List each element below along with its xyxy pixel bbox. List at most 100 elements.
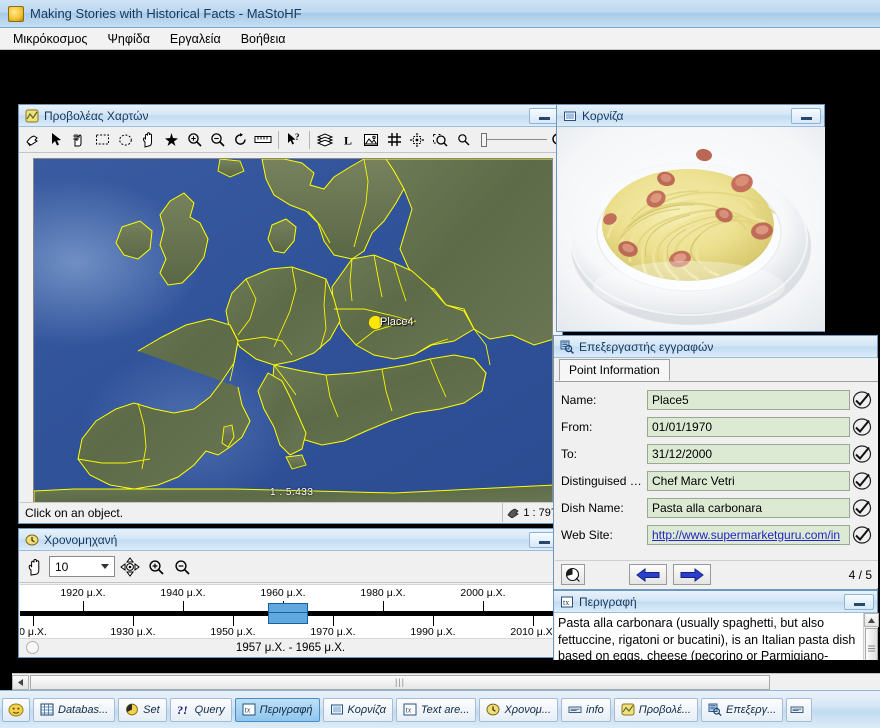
frame-image-area[interactable] xyxy=(558,127,825,331)
help-pointer-icon[interactable]: ? xyxy=(283,129,305,151)
field-input-from[interactable]: 01/01/1970 xyxy=(647,416,850,437)
start-icon[interactable] xyxy=(2,697,30,722)
task-item-overflow[interactable] xyxy=(786,697,813,722)
picture-frame-icon xyxy=(563,109,577,123)
map-canvas[interactable]: Place4 1 : 5.433 xyxy=(33,158,553,503)
menu-item-mikrokosmos[interactable]: Μικρόκοσμος xyxy=(10,30,90,48)
map-marker-label: Place4 xyxy=(380,316,414,328)
timeline-footer: 1957 μ.Χ. - 1965 μ.Χ. xyxy=(20,638,561,656)
timeline-window: Χρονομηχανή 10 1920 μ.Χ. 1940 μ.Χ. 1960 … xyxy=(18,528,563,658)
mdi-bottom-filler xyxy=(0,660,880,673)
description-minimize-button[interactable] xyxy=(844,593,874,610)
timeline-label-lower: 2010 μ.Χ. xyxy=(510,626,556,638)
menu-item-voitheia[interactable]: Βοήθεια xyxy=(238,30,289,48)
pan-grid-icon[interactable] xyxy=(68,129,90,151)
mdi-horizontal-scrollbar[interactable]: ||| xyxy=(12,673,880,690)
picture-frame-icon xyxy=(330,703,344,716)
timeline-canvas[interactable]: 1920 μ.Χ. 1940 μ.Χ. 1960 μ.Χ. 1980 μ.Χ. … xyxy=(20,584,561,639)
field-input-distinguished-person[interactable]: Chef Marc Vetri xyxy=(647,470,850,491)
database-icon xyxy=(40,703,54,716)
menu-item-ergaleia[interactable]: Εργαλεία xyxy=(167,30,224,48)
task-item-record-editor[interactable]: Επεξεργ... xyxy=(700,697,784,722)
scale-mouse-icon xyxy=(507,508,520,518)
tab-point-information[interactable]: Point Information xyxy=(559,359,670,381)
timeline-selection-handle[interactable] xyxy=(268,603,308,624)
checkmark-icon[interactable] xyxy=(850,498,874,518)
task-item-description[interactable]: tx Περιγραφή xyxy=(234,697,320,722)
task-item-frame[interactable]: Κορνίζα xyxy=(322,697,393,722)
map-viewer-titlebar[interactable]: Προβολέας Χαρτών xyxy=(19,105,562,127)
timeline-label-upper: 1980 μ.Χ. xyxy=(360,587,406,599)
field-input-dish-name[interactable]: Pasta alla carbonara xyxy=(647,497,850,518)
timeline-status-orb xyxy=(26,641,39,654)
timeline-label-upper: 1920 μ.Χ. xyxy=(60,587,106,599)
label-L-icon[interactable]: L xyxy=(337,129,359,151)
field-input-to[interactable]: 31/12/2000 xyxy=(647,443,850,464)
scroll-left-arrow-icon[interactable] xyxy=(12,674,29,690)
task-item-set[interactable]: Set xyxy=(118,697,167,722)
field-label-name: Name: xyxy=(561,392,597,407)
image-frame-icon[interactable] xyxy=(360,129,382,151)
task-item-map-viewer[interactable]: Προβολέ... xyxy=(613,697,698,722)
magnifier-small-icon[interactable] xyxy=(452,129,474,151)
measure-ruler-icon[interactable] xyxy=(252,129,274,151)
record-editor-window: Επεξεργαστής εγγραφών Point Information … xyxy=(553,335,878,590)
field-input-web-site[interactable]: http://www.supermarketguru.com/in xyxy=(647,524,850,545)
zoom-out-icon[interactable] xyxy=(206,129,228,151)
spaghetti-carbonara-image xyxy=(558,127,825,331)
task-item-query[interactable]: ?! Query xyxy=(169,697,232,722)
center-target-icon[interactable] xyxy=(119,556,141,578)
frame-titlebar[interactable]: Κορνίζα xyxy=(557,105,824,127)
menu-item-psifida[interactable]: Ψηφίδα xyxy=(104,30,152,48)
zoom-in-icon[interactable] xyxy=(183,129,205,151)
svg-text:tx: tx xyxy=(563,598,569,607)
map-minimize-button[interactable] xyxy=(529,107,559,124)
checkmark-icon[interactable] xyxy=(850,390,874,410)
timeline-step-combo[interactable]: 10 xyxy=(49,556,115,577)
scroll-grip: ||| xyxy=(394,677,405,687)
text-area-icon: tx xyxy=(403,703,417,716)
select-feature-icon[interactable] xyxy=(22,129,44,151)
field-label-distinguished-person: Distinguised Pers... xyxy=(561,473,647,488)
title-bar: Making Stories with Historical Facts - M… xyxy=(0,0,880,28)
grid-icon[interactable] xyxy=(383,129,405,151)
prev-record-button[interactable] xyxy=(629,564,667,585)
editor-titlebar[interactable]: Επεξεργαστής εγγραφών xyxy=(554,336,877,358)
checkmark-icon[interactable] xyxy=(850,444,874,464)
add-point-icon[interactable] xyxy=(160,129,182,151)
description-titlebar[interactable]: tx Περιγραφή xyxy=(554,591,877,613)
scroll-up-arrow-icon[interactable] xyxy=(863,613,879,627)
timeline-titlebar[interactable]: Χρονομηχανή xyxy=(19,529,562,551)
task-item-info[interactable]: info xyxy=(561,697,611,722)
menu-bar: Μικρόκοσμος Ψηφίδα Εργαλεία Βοήθεια xyxy=(0,28,880,50)
pointer-arrow-icon[interactable] xyxy=(45,129,67,151)
timeline-tick xyxy=(433,616,434,626)
zoom-out-icon[interactable] xyxy=(171,556,193,578)
checkmark-icon[interactable] xyxy=(850,417,874,437)
task-item-label: Set xyxy=(143,703,160,716)
next-record-button[interactable] xyxy=(673,564,711,585)
hand-pan-icon[interactable] xyxy=(137,129,159,151)
task-item-timeline[interactable]: Χρονομ... xyxy=(479,697,559,722)
timeline-title: Χρονομηχανή xyxy=(44,532,118,547)
rotate-icon[interactable] xyxy=(229,129,251,151)
zoom-in-icon[interactable] xyxy=(145,556,167,578)
zoom-slider[interactable] xyxy=(479,131,549,149)
pie-chart-icon[interactable] xyxy=(561,564,585,585)
circle-select-icon[interactable] xyxy=(114,129,136,151)
checkmark-icon[interactable] xyxy=(850,471,874,491)
hand-pan-icon[interactable] xyxy=(23,556,45,578)
task-item-database[interactable]: Databas... xyxy=(33,697,116,722)
mdi-hscroll-thumb[interactable]: ||| xyxy=(30,674,770,690)
frame-minimize-button[interactable] xyxy=(791,107,821,124)
map-landmass-layer xyxy=(34,159,552,502)
rectangle-select-icon[interactable] xyxy=(91,129,113,151)
task-item-text-area[interactable]: tx Text are... xyxy=(395,697,477,722)
field-label-web-site: Web Site: xyxy=(561,527,613,542)
layers-icon[interactable] xyxy=(314,129,336,151)
zoom-selection-icon[interactable] xyxy=(429,129,451,151)
field-input-name[interactable]: Place5 xyxy=(647,389,850,410)
form-row-from: From: 01/01/1970 xyxy=(555,413,878,440)
checkmark-icon[interactable] xyxy=(850,525,874,545)
crosshair-icon[interactable] xyxy=(406,129,428,151)
